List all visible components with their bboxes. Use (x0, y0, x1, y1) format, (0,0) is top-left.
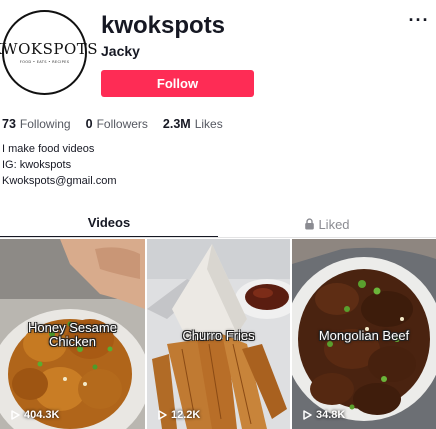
tab-videos[interactable]: Videos (0, 210, 218, 238)
video-caption-line: Churro Fries (182, 328, 255, 343)
tab-liked[interactable]: Liked (218, 210, 436, 238)
stat-value: 73 (2, 117, 16, 131)
video-view-count: 34.8K (303, 409, 345, 421)
tab-liked-label: Liked (318, 216, 350, 232)
video-caption: Mongolian Beef (292, 329, 436, 343)
bio-email: Kwokspots@gmail.com (2, 175, 117, 187)
stat-value: 0 (85, 117, 93, 131)
lock-icon (305, 218, 315, 230)
more-horizontal-icon: ··· (408, 10, 430, 30)
profile-stats: 73 Following 0 Followers 2.3M Likes (2, 117, 238, 131)
nickname: Jacky (101, 43, 140, 59)
play-icon (11, 410, 20, 420)
username: kwokspots (101, 12, 226, 39)
video-view-count: 404.3K (11, 409, 59, 421)
play-icon (303, 410, 312, 420)
video-tile[interactable]: Mongolian Beef 34.8K (292, 239, 436, 429)
bio: I make food videos IG: kwokspots Kwokspo… (2, 141, 116, 189)
bio-line: I make food videos (2, 143, 95, 155)
follow-button[interactable]: Follow (101, 70, 254, 97)
more-options-button[interactable]: ··· (409, 11, 429, 31)
video-caption: Churro Fries (147, 329, 290, 343)
video-views: 34.8K (316, 409, 346, 421)
stat-following[interactable]: 73 Following (2, 117, 71, 131)
avatar[interactable]: KWOKSPOTS FOOD • EATS • RECIPES (0, 10, 98, 95)
video-caption-line: Mongolian Beef (318, 328, 410, 343)
stat-likes: 2.3M Likes (163, 117, 223, 131)
stat-followers[interactable]: 0 Followers (86, 117, 148, 131)
video-tile[interactable]: Churro Fries 12.2K (147, 239, 290, 429)
video-caption: Honey Sesame Chicken (0, 321, 145, 349)
video-caption-line: Chicken (49, 334, 96, 349)
avatar-logo-text: KWOKSPOTS (0, 39, 99, 58)
play-icon (158, 410, 167, 420)
video-caption-line: Honey Sesame (28, 320, 117, 335)
video-tile[interactable]: Honey Sesame Chicken 404.3K (0, 239, 145, 429)
video-view-count: 12.2K (158, 409, 200, 421)
video-views: 404.3K (24, 409, 60, 421)
avatar-logo-subtext: FOOD • EATS • RECIPES (19, 59, 70, 64)
stat-label: Followers (96, 117, 148, 131)
tab-videos-label: Videos (87, 215, 131, 230)
profile-tabs: Videos Liked (0, 210, 436, 238)
stat-value: 2.3M (162, 117, 191, 131)
video-grid: Honey Sesame Chicken 404.3K Churro Fries… (0, 239, 436, 429)
video-views: 12.2K (171, 409, 201, 421)
stat-label: Likes (194, 117, 223, 131)
tabs-divider (0, 237, 436, 238)
stat-label: Following (19, 117, 71, 131)
bio-line: IG: kwokspots (2, 159, 72, 171)
